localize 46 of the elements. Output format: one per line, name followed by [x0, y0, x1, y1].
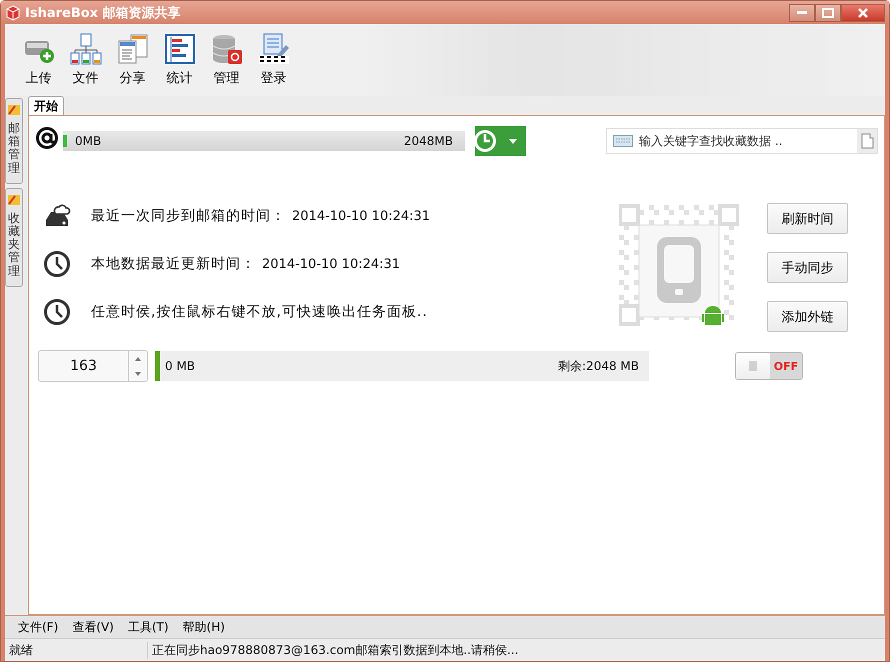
status-text: 就绪 — [5, 642, 148, 658]
number-spinner[interactable]: 163 — [38, 350, 148, 382]
close-icon — [857, 8, 869, 18]
clock-icon — [43, 250, 71, 278]
side-tab[interactable]: 收藏夹管理 — [5, 188, 23, 287]
info-text: 本地数据最近更新时间： 2014-10-10 10:24:31 — [91, 255, 400, 273]
sync-dropdown-button[interactable] — [475, 126, 526, 156]
toolbar-button[interactable]: 登录 — [252, 31, 295, 89]
usage-bar: 0 MB 剩余:2048 MB — [155, 351, 649, 381]
action-button[interactable]: 手动同步 — [767, 252, 848, 283]
maximize-icon — [822, 8, 834, 18]
page-icon[interactable] — [857, 129, 877, 153]
storage-bar: 0MB 2048MB — [63, 131, 465, 151]
menu-item[interactable]: 帮助(H) — [178, 616, 230, 638]
file-tree-icon — [70, 33, 102, 65]
chart-table-icon — [164, 33, 196, 65]
action-button[interactable]: 添加外链 — [767, 301, 848, 332]
side-tab[interactable]: 邮箱管理 — [5, 98, 23, 184]
tab[interactable]: 开始 — [28, 96, 64, 115]
toolbar-button[interactable]: 上传 — [17, 31, 60, 89]
minimize-button[interactable] — [789, 4, 815, 22]
status-text: 正在同步hao978880873@163.com邮箱索引数据到本地..请稍侯... — [151, 642, 520, 658]
toolbar-button[interactable]: 分享 — [111, 31, 154, 89]
minimize-icon — [797, 10, 807, 14]
info-text: 任意时侯,按住鼠标右键不放,可快速唤出任务面板.. — [91, 303, 428, 321]
at-sign-icon — [35, 126, 59, 150]
menu-item[interactable]: 工具(T) — [122, 616, 174, 638]
toolbar-button[interactable]: 文件 — [64, 31, 107, 89]
close-button[interactable] — [841, 4, 885, 22]
action-button[interactable]: 刷新时间 — [767, 203, 848, 234]
mail-server-icon — [258, 33, 290, 65]
documents-icon — [116, 33, 148, 65]
toolbar-button[interactable]: 管理 — [205, 31, 248, 89]
search-field[interactable]: 输入关键字查找收藏数据 .. — [606, 128, 878, 154]
window-title: IshareBox 邮箱资源共享 — [25, 4, 181, 22]
caret-icon — [509, 138, 517, 144]
database-icon — [210, 33, 242, 65]
cube-icon — [5, 4, 21, 20]
info-text: 最近一次同步到邮箱的时间： 2014-10-10 10:24:31 — [91, 207, 430, 225]
menu-item[interactable]: 查看(V) — [67, 616, 119, 638]
menu-item[interactable]: 文件(F) — [13, 616, 64, 638]
clock-icon — [43, 298, 71, 326]
grip-icon — [749, 361, 757, 371]
folder-pencil-icon — [7, 102, 21, 116]
maximize-button[interactable] — [815, 4, 841, 22]
toolbar-button[interactable]: 统计 — [158, 31, 201, 89]
